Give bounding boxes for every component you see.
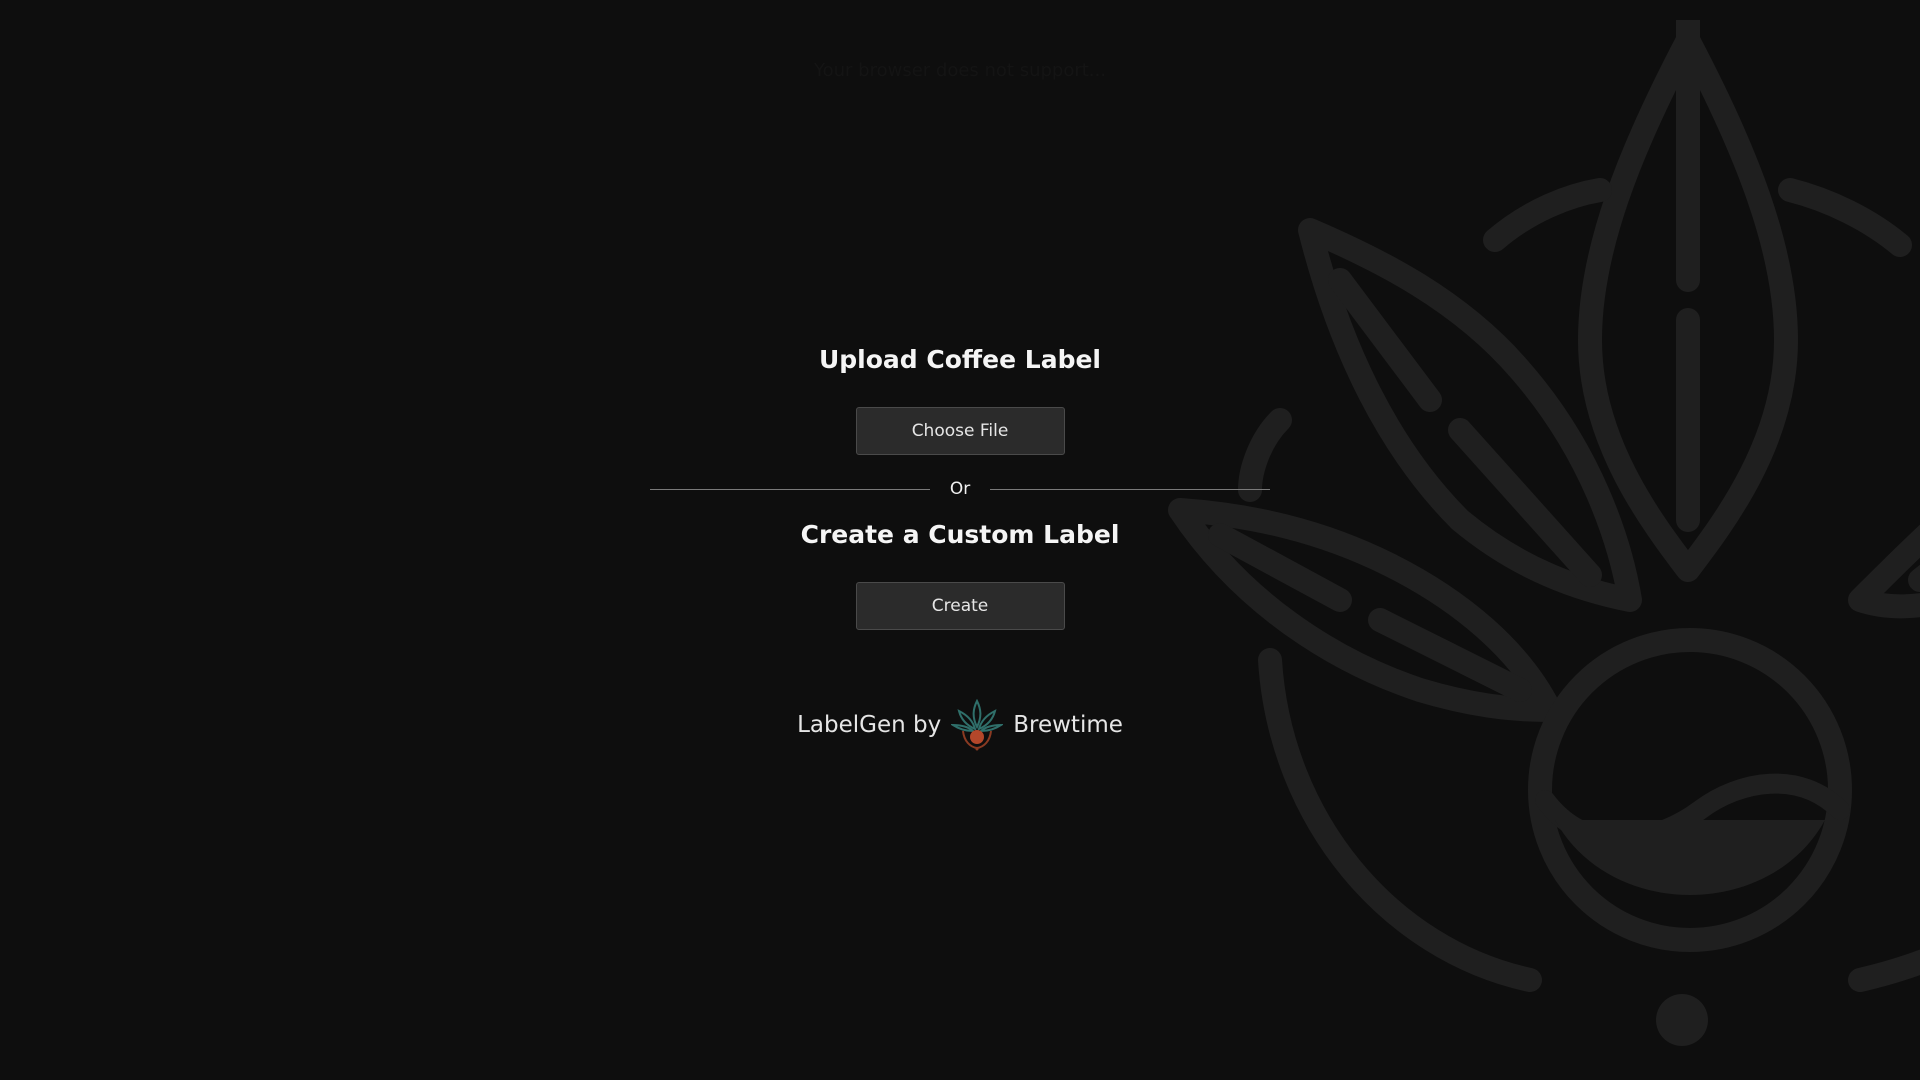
footer-brand: LabelGen by Brewtime — [797, 698, 1123, 752]
divider-line-left — [650, 488, 930, 490]
product-label: LabelGen by — [797, 712, 942, 738]
divider-line-right — [990, 488, 1270, 490]
page: Your browser does not support... Upload … — [0, 0, 1920, 1080]
upload-heading: Upload Coffee Label — [818, 345, 1102, 374]
brewtime-leaf-cup-icon — [951, 699, 1004, 751]
brewtime-watermark-icon — [1168, 20, 1920, 1046]
brand-name: Brewtime — [1013, 712, 1123, 738]
top-hint: Your browser does not support... — [814, 60, 1106, 81]
create-heading: Create a Custom Label — [800, 520, 1120, 549]
main-panel: Upload Coffee Label Choose File Or Creat… — [650, 340, 1270, 752]
or-divider: Or — [650, 475, 1270, 503]
choose-file-button[interactable]: Choose File — [855, 407, 1065, 455]
divider-label: Or — [949, 479, 971, 499]
create-button[interactable]: Create — [855, 582, 1065, 630]
